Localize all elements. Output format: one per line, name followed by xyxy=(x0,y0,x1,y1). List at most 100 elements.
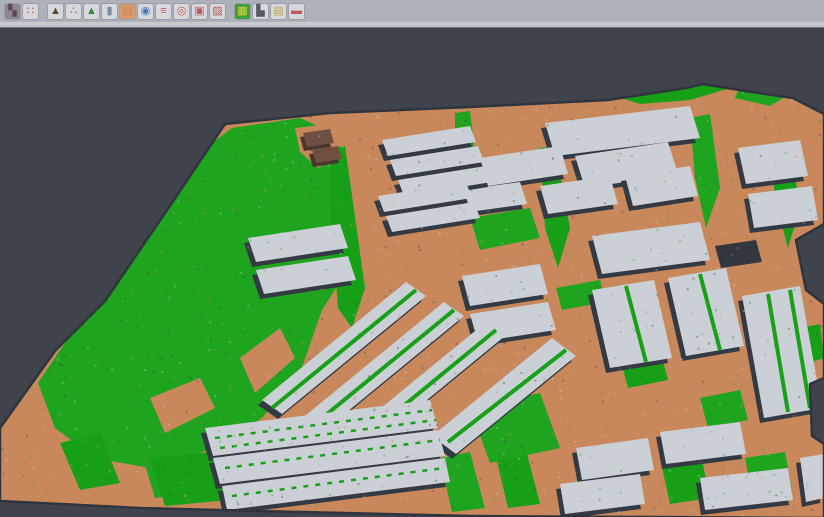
point-noise xyxy=(737,276,739,278)
point-noise xyxy=(397,240,399,242)
point-noise xyxy=(544,378,546,380)
target-circle-icon[interactable]: ◎ xyxy=(174,4,189,19)
point-noise xyxy=(232,97,234,99)
point-noise xyxy=(431,341,433,343)
point-noise xyxy=(811,509,813,511)
point-noise xyxy=(457,221,459,223)
clip-boundary-icon[interactable]: ▤ xyxy=(271,4,286,19)
point-noise xyxy=(328,89,330,91)
point-noise xyxy=(164,230,166,232)
buildings-model-icon[interactable]: ▙ xyxy=(253,4,268,19)
point-noise xyxy=(661,511,663,513)
point-noise xyxy=(440,121,442,123)
point-noise xyxy=(197,268,199,270)
point-noise xyxy=(81,212,83,214)
point-noise xyxy=(468,296,470,298)
profile-view-icon[interactable]: ▮ xyxy=(102,4,117,19)
point-noise xyxy=(724,454,726,456)
point-noise xyxy=(427,97,429,99)
point-noise xyxy=(683,302,685,304)
classification-palette-icon[interactable]: ▦ xyxy=(235,4,250,19)
point-noise xyxy=(372,121,374,123)
point-noise xyxy=(697,107,699,109)
point-noise xyxy=(682,447,684,449)
point-noise xyxy=(200,314,202,316)
point-noise xyxy=(708,302,710,304)
point-noise xyxy=(522,244,524,246)
point-noise xyxy=(172,108,174,110)
point-noise xyxy=(653,99,655,101)
classify-points-icon[interactable]: ∷ xyxy=(23,4,38,19)
point-noise xyxy=(79,169,81,171)
point-noise xyxy=(246,146,248,148)
point-noise xyxy=(517,109,519,111)
point-noise xyxy=(734,256,736,258)
dem-raster-icon[interactable]: ▤ xyxy=(120,4,135,19)
point-noise xyxy=(429,424,431,426)
point-noise xyxy=(70,92,72,94)
viewport-3d[interactable] xyxy=(0,28,824,517)
ground-points-icon[interactable]: ∴ xyxy=(66,4,81,19)
point-noise xyxy=(726,154,728,156)
point-noise xyxy=(734,284,736,286)
point-noise xyxy=(658,497,660,499)
point-noise xyxy=(219,441,221,443)
point-noise xyxy=(98,447,100,449)
delete-selection-icon[interactable]: ▬ xyxy=(289,4,304,19)
point-noise xyxy=(395,189,397,191)
point-noise xyxy=(153,370,155,372)
point-noise xyxy=(242,164,244,166)
point-noise xyxy=(2,178,4,180)
target-circle-icon: ◎ xyxy=(177,4,187,19)
layers-cube-icon[interactable]: ▚ xyxy=(5,4,20,19)
point-noise xyxy=(644,484,646,486)
point-noise xyxy=(234,445,236,447)
point-noise xyxy=(770,417,772,419)
point-noise xyxy=(108,204,110,206)
point-noise xyxy=(292,162,294,164)
tin-surface-icon[interactable]: ▲ xyxy=(84,4,99,19)
point-noise xyxy=(186,483,188,485)
point-noise xyxy=(659,304,661,306)
point-noise xyxy=(459,207,461,209)
point-noise xyxy=(553,305,555,307)
point-noise xyxy=(781,220,783,222)
point-noise xyxy=(372,82,374,84)
point-noise xyxy=(59,364,61,366)
delete-selection-icon: ▬ xyxy=(291,4,302,19)
point-noise xyxy=(273,159,275,161)
point-noise xyxy=(431,114,433,116)
select-polygon-icon[interactable]: ▨ xyxy=(210,4,225,19)
terrain-mountain-icon[interactable]: ▲ xyxy=(48,4,63,19)
point-noise xyxy=(421,365,423,367)
point-noise xyxy=(700,461,702,463)
point-noise xyxy=(816,334,818,336)
point-noise xyxy=(538,249,540,251)
point-noise xyxy=(809,209,811,211)
point-noise xyxy=(567,427,569,429)
point-noise xyxy=(165,335,167,337)
point-noise xyxy=(604,202,606,204)
point-noise xyxy=(634,467,636,469)
globe-icon[interactable]: ◉ xyxy=(138,4,153,19)
point-noise xyxy=(274,153,276,155)
point-noise xyxy=(600,393,602,395)
point-noise xyxy=(158,272,160,274)
point-noise xyxy=(740,405,742,407)
point-noise xyxy=(815,138,817,140)
point-noise xyxy=(734,383,736,385)
attribute-table-icon[interactable]: ≡ xyxy=(156,4,171,19)
point-noise xyxy=(227,356,229,358)
point-noise xyxy=(680,352,682,354)
point-noise xyxy=(761,261,763,263)
crop-region-icon[interactable]: ▣ xyxy=(192,4,207,19)
point-noise xyxy=(503,453,505,455)
point-noise xyxy=(494,233,496,235)
point-noise xyxy=(472,155,474,157)
point-noise xyxy=(341,146,343,148)
point-noise xyxy=(439,446,441,448)
point-noise xyxy=(269,201,271,203)
point-noise xyxy=(261,157,263,159)
point-noise xyxy=(452,273,454,275)
point-noise xyxy=(634,330,636,332)
